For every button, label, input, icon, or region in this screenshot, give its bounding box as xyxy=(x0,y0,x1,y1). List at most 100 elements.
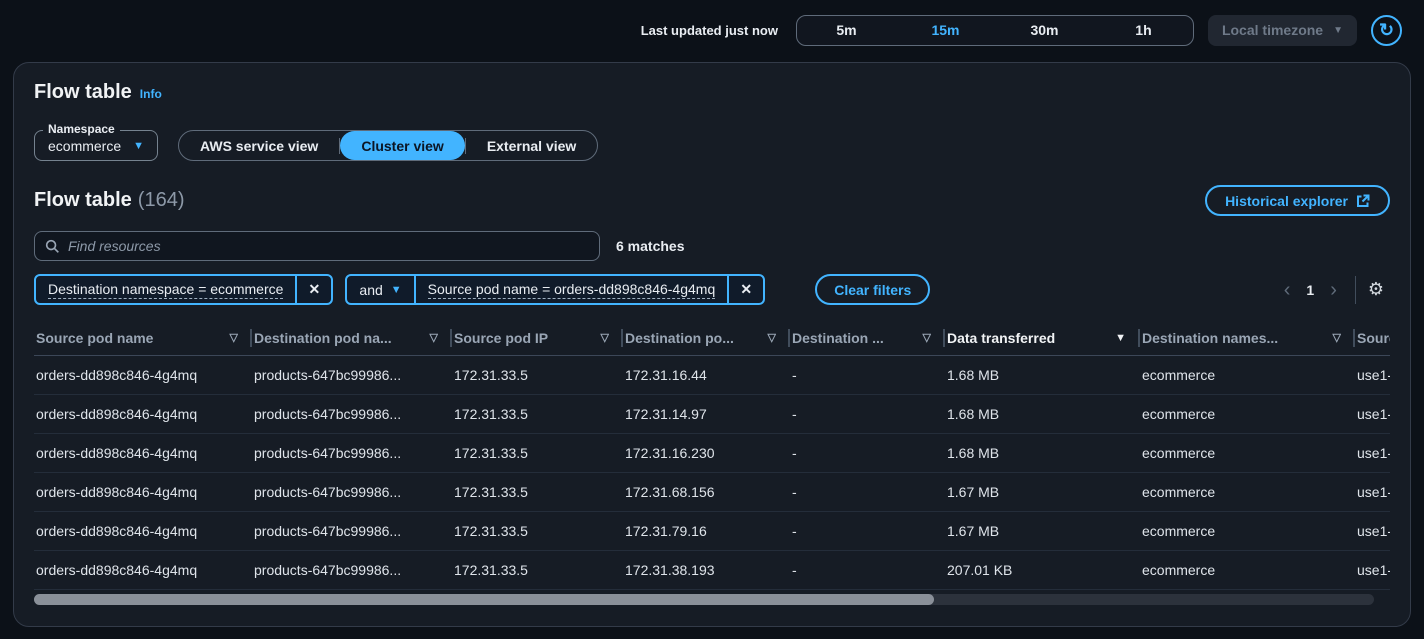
namespace-select[interactable]: Namespace ecommerce ▼ xyxy=(34,130,158,161)
filter-token-label[interactable]: Source pod name = orders-dd898c846-4g4mq xyxy=(428,281,716,299)
table-cell: - xyxy=(790,472,945,511)
search-box xyxy=(34,231,600,261)
column-header-label: Source pod IP xyxy=(454,330,548,346)
table-count: (164) xyxy=(138,189,185,211)
table-cell: 172.31.16.230 xyxy=(623,433,790,472)
historical-explorer-label: Historical explorer xyxy=(1225,193,1348,209)
view-segmented-control: AWS service view Cluster view External v… xyxy=(178,130,598,161)
current-page[interactable]: 1 xyxy=(1296,282,1324,298)
table-cell: 172.31.33.5 xyxy=(452,511,623,550)
sort-icon[interactable]: ▽ xyxy=(923,331,931,344)
column-header-label: Data transferred xyxy=(947,330,1055,346)
table-cell: 172.31.79.16 xyxy=(623,511,790,550)
time-range-1h[interactable]: 1h xyxy=(1094,16,1193,45)
external-link-icon xyxy=(1356,194,1370,208)
last-updated-text: Last updated just now xyxy=(641,23,778,38)
column-header[interactable]: Source▽ xyxy=(1355,321,1390,355)
remove-filter-button[interactable]: ✕ xyxy=(729,276,763,303)
column-header[interactable]: Destination names... ▽ xyxy=(1140,321,1355,355)
time-range-5m[interactable]: 5m xyxy=(797,16,896,45)
timezone-select[interactable]: Local timezone ▼ xyxy=(1208,15,1357,46)
panel-header: Flow table Info xyxy=(34,81,1390,104)
table-cell: ecommerce xyxy=(1140,511,1355,550)
table-cell: 172.31.14.97 xyxy=(623,394,790,433)
column-header-label: Source pod name xyxy=(36,330,153,346)
gear-icon[interactable]: ⚙ xyxy=(1368,279,1384,300)
table-cell: 1.68 MB xyxy=(945,433,1140,472)
tab-cluster-view[interactable]: Cluster view xyxy=(340,131,464,160)
table-title: Flow table xyxy=(34,189,132,211)
table-title-row: Flow table (164) Historical explorer xyxy=(34,185,1390,216)
table-cell: 172.31.33.5 xyxy=(452,550,623,589)
historical-explorer-button[interactable]: Historical explorer xyxy=(1205,185,1390,216)
sort-icon[interactable]: ▽ xyxy=(768,331,776,344)
flow-table-head-row: Source pod name▽Destination pod na...▽So… xyxy=(34,321,1390,355)
refresh-button[interactable]: ↻ xyxy=(1371,15,1402,46)
column-header-label: Destination names... xyxy=(1142,330,1278,346)
tab-aws-service-view[interactable]: AWS service view xyxy=(179,131,339,160)
table-cell: use1- xyxy=(1355,472,1390,511)
sort-icon[interactable]: ▽ xyxy=(430,331,438,344)
table-cell: products-647bc99986... xyxy=(252,355,452,394)
table-cell: 1.67 MB xyxy=(945,472,1140,511)
filter-token-source-pod-name: and ▼ Source pod name = orders-dd898c846… xyxy=(345,274,765,305)
chevron-down-icon: ▼ xyxy=(1333,25,1343,36)
table-cell: use1- xyxy=(1355,394,1390,433)
table-cell: 172.31.33.5 xyxy=(452,394,623,433)
search-input[interactable] xyxy=(68,238,589,254)
sort-icon[interactable]: ▽ xyxy=(601,331,609,344)
sort-descending-icon[interactable]: ▼ xyxy=(1115,332,1126,344)
flow-table-wrap: Source pod name▽Destination pod na...▽So… xyxy=(34,321,1390,590)
table-cell: products-647bc99986... xyxy=(252,472,452,511)
column-header[interactable]: Data transferred ▼ xyxy=(945,321,1140,355)
sort-icon[interactable]: ▽ xyxy=(1333,331,1341,344)
panel-title: Flow table xyxy=(34,81,132,104)
clear-filters-button[interactable]: Clear filters xyxy=(815,274,930,305)
column-header[interactable]: Source pod name ▽ xyxy=(34,321,252,355)
info-link[interactable]: Info xyxy=(140,87,162,101)
search-icon xyxy=(45,239,60,254)
column-header-label: Destination ... xyxy=(792,330,884,346)
next-page-button[interactable]: › xyxy=(1324,280,1343,300)
namespace-label: Namespace xyxy=(43,122,120,136)
remove-filter-button[interactable]: ✕ xyxy=(297,276,331,303)
table-cell: products-647bc99986... xyxy=(252,550,452,589)
filter-token-label[interactable]: Destination namespace = ecommerce xyxy=(48,281,283,299)
table-cell: ecommerce xyxy=(1140,433,1355,472)
table-cell: orders-dd898c846-4g4mq xyxy=(34,394,252,433)
pagination-divider xyxy=(1355,276,1356,304)
time-range-15m[interactable]: 15m xyxy=(896,16,995,45)
table-cell: use1- xyxy=(1355,511,1390,550)
table-cell: 1.68 MB xyxy=(945,394,1140,433)
filter-row: Destination namespace = ecommerce ✕ and … xyxy=(34,274,1390,305)
time-range-group: 5m 15m 30m 1h xyxy=(796,15,1194,46)
column-header[interactable]: Destination po...▽ xyxy=(623,321,790,355)
time-range-30m[interactable]: 30m xyxy=(995,16,1094,45)
column-header[interactable]: Source pod IP ▽ xyxy=(452,321,623,355)
column-header[interactable]: Destination ... ▽ xyxy=(790,321,945,355)
table-cell: ecommerce xyxy=(1140,472,1355,511)
table-cell: orders-dd898c846-4g4mq xyxy=(34,433,252,472)
filter-operator-select[interactable]: and ▼ xyxy=(347,276,413,303)
table-cell: products-647bc99986... xyxy=(252,511,452,550)
table-cell: orders-dd898c846-4g4mq xyxy=(34,355,252,394)
table-cell: ecommerce xyxy=(1140,394,1355,433)
refresh-icon: ↻ xyxy=(1379,20,1394,41)
flow-table-panel: Flow table Info Namespace ecommerce ▼ AW… xyxy=(13,62,1411,627)
horizontal-scrollbar xyxy=(34,594,1390,606)
namespace-value: ecommerce xyxy=(48,138,121,154)
previous-page-button[interactable]: ‹ xyxy=(1278,280,1297,300)
table-cell: - xyxy=(790,511,945,550)
tab-external-view[interactable]: External view xyxy=(466,131,598,160)
table-cell: orders-dd898c846-4g4mq xyxy=(34,511,252,550)
table-cell: products-647bc99986... xyxy=(252,433,452,472)
scrollbar-thumb[interactable] xyxy=(34,594,934,605)
table-row: orders-dd898c846-4g4mqproducts-647bc9998… xyxy=(34,433,1390,472)
matches-count: 6 matches xyxy=(616,238,684,254)
column-header[interactable]: Destination pod na...▽ xyxy=(252,321,452,355)
chevron-down-icon: ▼ xyxy=(391,284,402,296)
filter-token-destination-namespace: Destination namespace = ecommerce ✕ xyxy=(34,274,333,305)
sort-icon[interactable]: ▽ xyxy=(230,331,238,344)
flow-table-body: orders-dd898c846-4g4mqproducts-647bc9998… xyxy=(34,355,1390,589)
timezone-label: Local timezone xyxy=(1222,22,1323,38)
